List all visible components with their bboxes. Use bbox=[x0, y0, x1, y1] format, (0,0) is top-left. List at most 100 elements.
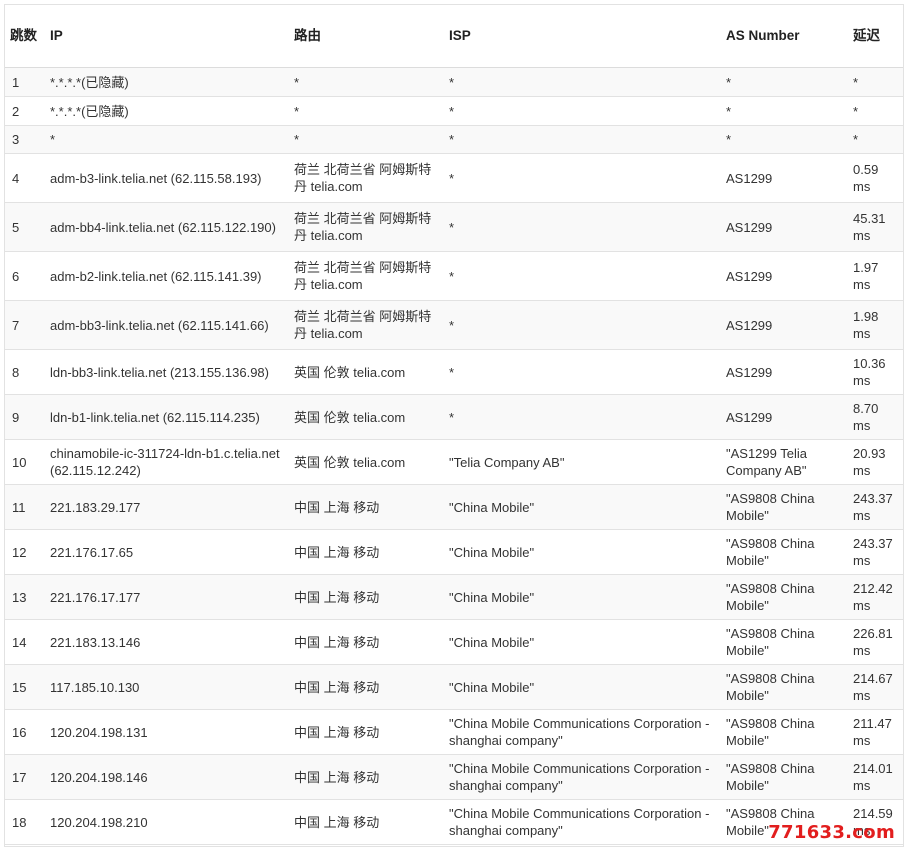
hop-cell: 10 bbox=[4, 439, 44, 485]
latency-cell: * bbox=[847, 125, 904, 154]
ip-cell: adm-bb3-link.telia.net (62.115.141.66) bbox=[44, 300, 288, 350]
ip-cell: 221.183.13.146 bbox=[44, 619, 288, 665]
table-row: 6 adm-b2-link.telia.net (62.115.141.39) 荷兰… bbox=[4, 251, 904, 301]
hop-cell: 8 bbox=[4, 349, 44, 395]
route-cell: 荷兰 北荷兰省 阿姆斯特丹 telia.com bbox=[288, 251, 443, 301]
header-latency: 延迟 bbox=[847, 4, 904, 68]
table-row: 5 adm-bb4-link.telia.net (62.115.122.190)… bbox=[4, 202, 904, 252]
isp-cell: "China Mobile" bbox=[443, 574, 720, 620]
as-number-cell: "AS9808 China Mobile" bbox=[720, 484, 847, 530]
table-header: 跳数 IP 路由 ISP AS Number 延迟 bbox=[4, 4, 904, 68]
watermark: 771633.com bbox=[768, 822, 895, 843]
header-route: 路由 bbox=[288, 4, 443, 68]
as-number-cell: AS1299 bbox=[720, 202, 847, 252]
latency-cell: 243.37 ms bbox=[847, 484, 904, 530]
isp-cell: "China Mobile Communications Corporation… bbox=[443, 799, 720, 845]
route-cell: 英国 伦敦 telia.com bbox=[288, 349, 443, 395]
hop-cell: 2 bbox=[4, 96, 44, 126]
route-cell: 中国 上海 移动 bbox=[288, 619, 443, 665]
ip-cell: 120.204.198.210 bbox=[44, 799, 288, 845]
as-number-cell: "AS9808 China Mobile" bbox=[720, 574, 847, 620]
isp-cell: "China Mobile" bbox=[443, 664, 720, 710]
latency-cell: 1.98 ms bbox=[847, 300, 904, 350]
hop-cell: 7 bbox=[4, 300, 44, 350]
hop-cell: 6 bbox=[4, 251, 44, 301]
latency-cell: * bbox=[847, 67, 904, 97]
table-row: 16 120.204.198.131 中国 上海 移动 "China Mobile C… bbox=[4, 709, 904, 755]
as-number-cell: "AS9808 China Mobile" bbox=[720, 664, 847, 710]
latency-cell: 8.70 ms bbox=[847, 394, 904, 440]
ip-cell: 221.176.17.177 bbox=[44, 574, 288, 620]
ip-cell: 120.204.198.131 bbox=[44, 709, 288, 755]
isp-cell: * bbox=[443, 202, 720, 252]
table-row: 2 *.*.*.*(已隐藏) * * * * bbox=[4, 96, 904, 126]
hop-cell: 13 bbox=[4, 574, 44, 620]
route-cell: * bbox=[288, 67, 443, 97]
hop-cell: 11 bbox=[4, 484, 44, 530]
ip-cell: *.*.*.*(已隐藏) bbox=[44, 96, 288, 126]
isp-cell: "China Mobile" bbox=[443, 529, 720, 575]
latency-cell: 214.67 ms bbox=[847, 664, 904, 710]
ip-cell: 221.183.29.177 bbox=[44, 484, 288, 530]
hop-cell: 15 bbox=[4, 664, 44, 710]
isp-cell: * bbox=[443, 96, 720, 126]
as-number-cell: AS1299 bbox=[720, 153, 847, 203]
table-row: 17 120.204.198.146 中国 上海 移动 "China Mobile C… bbox=[4, 754, 904, 800]
table-row: 12 221.176.17.65 中国 上海 移动 "China Mobile" "AS… bbox=[4, 529, 904, 575]
ip-cell: * bbox=[44, 125, 288, 154]
isp-cell: "China Mobile Communications Corporation… bbox=[443, 709, 720, 755]
table-row: 9 ldn-b1-link.telia.net (62.115.114.235) 英… bbox=[4, 394, 904, 440]
isp-cell: "Telia Company AB" bbox=[443, 439, 720, 485]
route-cell: 中国 上海 移动 bbox=[288, 709, 443, 755]
isp-cell: "China Mobile Communications Corporation… bbox=[443, 754, 720, 800]
hop-cell: 18 bbox=[4, 799, 44, 845]
as-number-cell: "AS1299 Telia Company AB" bbox=[720, 439, 847, 485]
route-cell: 中国 上海 移动 bbox=[288, 529, 443, 575]
latency-cell: 1.97 ms bbox=[847, 251, 904, 301]
as-number-cell: "AS9808 China Mobile" bbox=[720, 709, 847, 755]
as-number-cell: "AS9808 China Mobile" bbox=[720, 754, 847, 800]
route-cell: 中国 上海 移动 bbox=[288, 799, 443, 845]
route-cell: 中国 上海 移动 bbox=[288, 574, 443, 620]
as-number-cell: AS1299 bbox=[720, 251, 847, 301]
ip-cell: 221.176.17.65 bbox=[44, 529, 288, 575]
table-row: 4 adm-b3-link.telia.net (62.115.58.193) 荷兰… bbox=[4, 153, 904, 203]
hop-cell: 4 bbox=[4, 153, 44, 203]
as-number-cell: AS1299 bbox=[720, 394, 847, 440]
latency-cell: 214.01 ms bbox=[847, 754, 904, 800]
header-row: 跳数 IP 路由 ISP AS Number 延迟 bbox=[4, 4, 904, 68]
latency-cell: * bbox=[847, 96, 904, 126]
ip-cell: ldn-bb3-link.telia.net (213.155.136.98) bbox=[44, 349, 288, 395]
ip-cell: *.*.*.*(已隐藏) bbox=[44, 67, 288, 97]
isp-cell: "China Mobile" bbox=[443, 484, 720, 530]
latency-cell: 45.31 ms bbox=[847, 202, 904, 252]
route-cell: 中国 上海 移动 bbox=[288, 664, 443, 710]
route-cell: * bbox=[288, 96, 443, 126]
table-row: 13 221.176.17.177 中国 上海 移动 "China Mobile" "A… bbox=[4, 574, 904, 620]
isp-cell: * bbox=[443, 153, 720, 203]
as-number-cell: * bbox=[720, 125, 847, 154]
route-cell: 英国 伦敦 telia.com bbox=[288, 439, 443, 485]
route-cell: 荷兰 北荷兰省 阿姆斯特丹 telia.com bbox=[288, 202, 443, 252]
table-row: 7 adm-bb3-link.telia.net (62.115.141.66) 荷… bbox=[4, 300, 904, 350]
hop-cell: 9 bbox=[4, 394, 44, 440]
table-row: 1 *.*.*.*(已隐藏) * * * * bbox=[4, 67, 904, 97]
ip-cell: adm-bb4-link.telia.net (62.115.122.190) bbox=[44, 202, 288, 252]
route-cell: 中国 上海 移动 bbox=[288, 484, 443, 530]
as-number-cell: "AS9808 China Mobile" bbox=[720, 619, 847, 665]
hop-cell: 16 bbox=[4, 709, 44, 755]
latency-cell: 20.93 ms bbox=[847, 439, 904, 485]
isp-cell: * bbox=[443, 300, 720, 350]
route-cell: * bbox=[288, 125, 443, 154]
table-row: 14 221.183.13.146 中国 上海 移动 "China Mobile" "A… bbox=[4, 619, 904, 665]
as-number-cell: AS1299 bbox=[720, 349, 847, 395]
latency-cell: 0.59 ms bbox=[847, 153, 904, 203]
traceroute-table: 跳数 IP 路由 ISP AS Number 延迟 1 *.*.*.*(已隐藏) *… bbox=[4, 4, 904, 845]
hop-cell: 14 bbox=[4, 619, 44, 665]
latency-cell: 243.37 ms bbox=[847, 529, 904, 575]
table-row: 3 * * * * * bbox=[4, 125, 904, 154]
as-number-cell: * bbox=[720, 67, 847, 97]
ip-cell: adm-b3-link.telia.net (62.115.58.193) bbox=[44, 153, 288, 203]
as-number-cell: * bbox=[720, 96, 847, 126]
ip-cell: adm-b2-link.telia.net (62.115.141.39) bbox=[44, 251, 288, 301]
